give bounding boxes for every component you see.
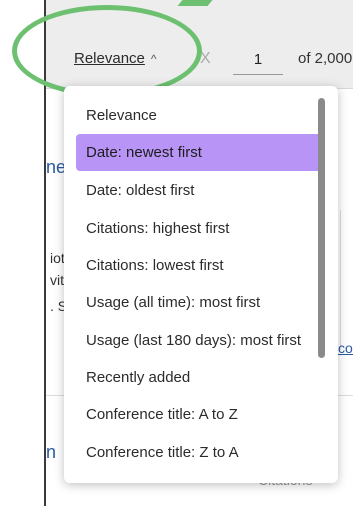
results-toolbar — [46, 0, 353, 89]
separator-icon: X — [200, 50, 211, 67]
sort-option-selected[interactable]: Date: newest first — [76, 134, 325, 171]
sort-option[interactable]: Citations: highest first — [76, 210, 325, 247]
sort-option[interactable]: Recently added — [76, 359, 325, 396]
page-background — [0, 0, 44, 506]
chevron-up-icon: ^ — [150, 52, 157, 66]
side-panel — [340, 210, 353, 350]
sort-option[interactable]: Usage (all time): most first — [76, 284, 325, 321]
sort-dropdown-menu: Relevance Date: newest first Date: oldes… — [64, 86, 338, 483]
sort-option[interactable]: Conference title: Z to A — [76, 434, 325, 471]
result-text-fragment: iot — [50, 250, 65, 266]
sort-option[interactable]: Date: oldest first — [76, 172, 325, 209]
annotation-arrow — [177, 0, 213, 6]
sort-option[interactable]: Citations: lowest first — [76, 247, 325, 284]
result-title-fragment[interactable]: n — [46, 442, 56, 463]
page-number-input[interactable] — [233, 44, 283, 75]
sort-option[interactable]: Usage (last 180 days): most first — [76, 322, 325, 359]
sort-option[interactable]: Conference title: A to Z — [76, 396, 325, 433]
sort-option[interactable]: Relevance — [76, 97, 325, 134]
side-link-fragment[interactable]: cor — [338, 340, 353, 356]
dropdown-scrollbar[interactable] — [318, 98, 325, 358]
page-total: of 2,000 — [298, 50, 353, 67]
sort-dropdown-trigger[interactable]: Relevance ^ — [74, 50, 157, 67]
sort-label: Relevance — [74, 50, 145, 67]
